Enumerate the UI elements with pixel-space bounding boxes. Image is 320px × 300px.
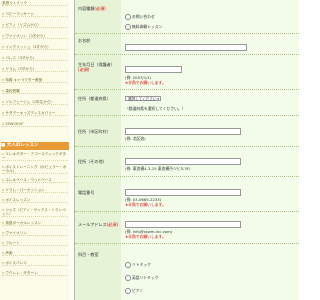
- sidebar-item[interactable]: » ピアノ（リズムから）: [2, 23, 68, 29]
- phone-note: ※半角でお願いします。: [125, 202, 166, 207]
- inquiry-radio-question[interactable]: [125, 14, 131, 20]
- divider: [75, 89, 299, 90]
- divider: [75, 176, 299, 177]
- prefecture-select[interactable]: 選択してください ▾: [125, 96, 161, 101]
- sidebar-item[interactable]: » 高校受験: [2, 89, 68, 95]
- divider: [75, 211, 299, 212]
- contact-form: 内容種類(必須) お問い合わせ 無料体験レッスン お名前 生年月日（保護者） (…: [74, 0, 299, 300]
- sidebar-item[interactable]: » ドラム（3才から）: [2, 67, 68, 73]
- sidebar-item[interactable]: » ソルフェージュ（1年生から）: [2, 100, 68, 106]
- sidebar-item[interactable]: » バレエ（3才から）: [2, 56, 68, 62]
- sidebar-item[interactable]: » SSWSHOP: [2, 122, 68, 128]
- inquiry-radio-trial[interactable]: [125, 24, 131, 30]
- course-option-piano[interactable]: ピアノ: [132, 288, 143, 294]
- prefecture-note: （都道府県を選択してください。）: [125, 106, 186, 111]
- email-label: メールアドレス(必須): [78, 222, 119, 227]
- city-label: 住所（市区町村）: [78, 129, 111, 134]
- divider: [75, 54, 299, 55]
- sidebar-item[interactable]: » ベビーマッサージ: [2, 12, 68, 18]
- sidebar-item[interactable]: » ボイストレーニング（ポピュラー・ボーカル）: [2, 165, 68, 175]
- chevron-down-icon: ▾: [157, 97, 159, 101]
- email-input[interactable]: [125, 221, 241, 228]
- course-radio-english-rhythmic[interactable]: [125, 275, 131, 281]
- course-option-english-rhythmic[interactable]: 英語リトミック: [132, 275, 159, 281]
- course-label: 科目・教室: [78, 252, 99, 257]
- phone-input[interactable]: [125, 189, 241, 196]
- divider: [75, 33, 299, 34]
- inquiry-option-trial[interactable]: 無料体験レッスン: [132, 24, 162, 30]
- sidebar-item[interactable]: » ヴァイオリン: [2, 231, 68, 237]
- sidebar-item[interactable]: » サタデーキッズディスカバリー: [2, 111, 68, 117]
- city-example: (例: 北区浪): [125, 136, 146, 141]
- divider: [75, 146, 299, 147]
- address-other-label: 住所（その他）: [78, 159, 107, 164]
- address-other-input[interactable]: [125, 158, 241, 165]
- sidebar-item[interactable]: » ボイスバレエ: [2, 261, 68, 267]
- sidebar-item[interactable]: » ボイスレッスン: [2, 198, 68, 204]
- sidebar-item[interactable]: » 特撮 キャラクター教室: [2, 78, 68, 84]
- birthdate-note: ※半角でお願いします。: [125, 80, 166, 85]
- sidebar-item[interactable]: » ヴァイオリン（3才から）: [2, 34, 68, 40]
- sidebar-item[interactable]: » ウクレレ・ギターレ: [2, 271, 68, 277]
- sidebar-item[interactable]: » エレキギター・アコースティックギター: [2, 152, 68, 162]
- name-input[interactable]: [125, 44, 247, 51]
- sidebar-item[interactable]: » イングリッシュ（3才から）: [2, 45, 68, 51]
- name-label: お名前: [78, 38, 91, 43]
- divider: [75, 115, 299, 116]
- sidebar-item[interactable]: » エレキベース・ウッドベース: [2, 178, 68, 184]
- email-note: ※半角でお願いします。: [125, 234, 166, 239]
- inquiry-option-question[interactable]: お問い合わせ: [132, 14, 155, 20]
- sidebar-section-header: ■ 大人のレッスン: [1, 142, 69, 150]
- birthdate-required: (必須): [78, 67, 90, 72]
- address-other-example: (例: 東浪横4-3-15 東浪横丹ジヒル3F): [125, 166, 191, 171]
- sidebar-item[interactable]: » 声楽: [2, 251, 68, 257]
- birthdate-input[interactable]: [125, 66, 182, 73]
- sidebar-item[interactable]: » ジャズ（ピアノ・サックス・トランペット）: [2, 208, 68, 218]
- inquiry-type-label: 内容種類(必須): [78, 6, 106, 11]
- sidebar-nav: 英語リトミック » ベビーマッサージ » ピアノ（リズムから） » ヴァイオリン（3才…: [0, 0, 70, 300]
- prefecture-label: 住所（都道府県）: [78, 96, 111, 101]
- course-option-rhythmic[interactable]: リトミック: [132, 262, 151, 268]
- city-input[interactable]: [125, 128, 241, 135]
- divider: [75, 243, 299, 244]
- sidebar-item[interactable]: » フルート: [2, 241, 68, 247]
- sidebar-item[interactable]: 英語リトミック: [2, 1, 68, 7]
- course-radio-piano[interactable]: [125, 288, 131, 294]
- course-radio-rhythmic[interactable]: [125, 262, 131, 268]
- phone-label: 電話番号: [78, 190, 95, 195]
- sidebar-item[interactable]: » 英語ボーカルレッスン: [2, 221, 68, 227]
- sidebar-item[interactable]: » ドラム・パーカッション: [2, 188, 68, 194]
